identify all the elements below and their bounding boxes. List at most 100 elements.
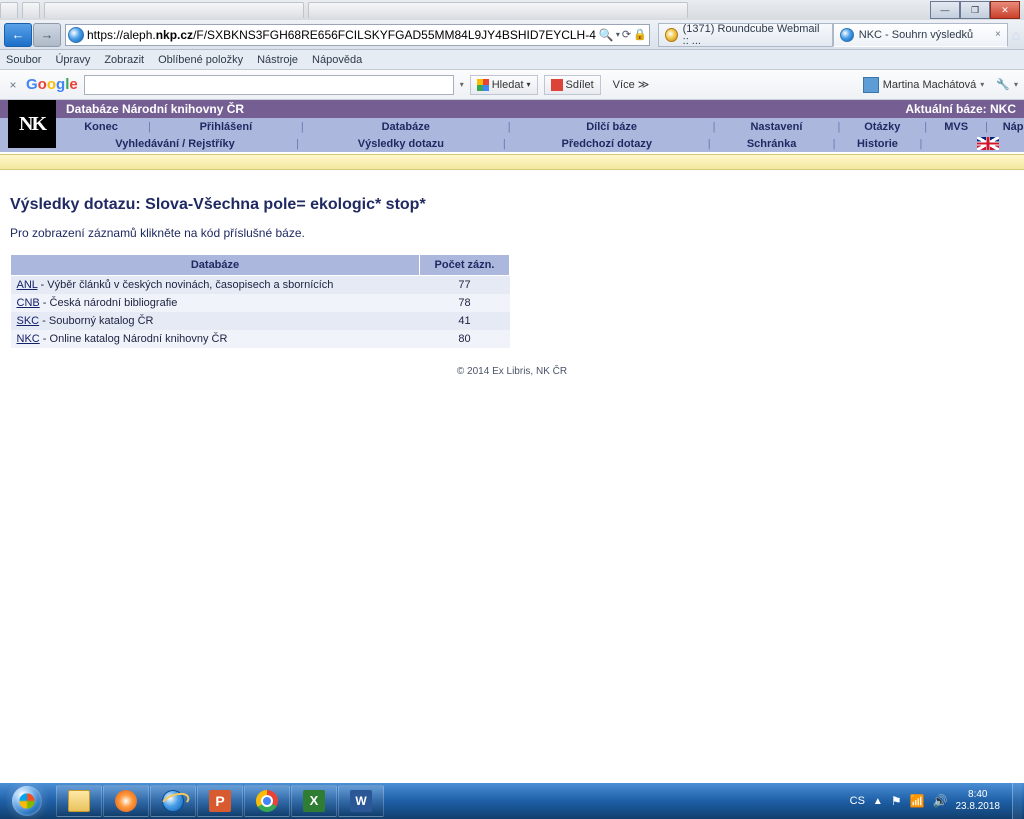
google-profile[interactable]: Martina Machátová ▾ 🔧 ▾: [863, 77, 1018, 93]
db-link-cnb[interactable]: CNB: [17, 297, 40, 309]
results-hint: Pro zobrazení záznamů klikněte na kód př…: [10, 226, 1014, 240]
chrome-icon: [256, 790, 278, 812]
nav-vyhledavani[interactable]: Vyhledávání / Rejstříky: [56, 138, 294, 150]
address-bar[interactable]: https://aleph.nkp.cz/F/SXBKNS3FGH68RE656…: [65, 24, 650, 46]
th-database: Databáze: [11, 255, 420, 276]
browser-tab-nkc[interactable]: NKC - Souhrn výsledků ×: [833, 23, 1008, 47]
ie-forward-button[interactable]: →: [33, 23, 61, 47]
google-search-input[interactable]: [84, 75, 454, 95]
tab-close-icon[interactable]: ×: [995, 29, 1001, 40]
wmp-icon: [115, 790, 137, 812]
tab-label: (1371) Roundcube Webmail :: ...: [683, 23, 826, 47]
nav-napoveda[interactable]: Nápověda: [990, 121, 1024, 133]
google-search-dropdown-icon[interactable]: ▾: [460, 80, 464, 89]
nav-schranka[interactable]: Schránka: [713, 138, 831, 150]
address-dropdown-icon[interactable]: ▾: [616, 30, 620, 39]
window-titlebar: — ❐ ✕: [0, 0, 1024, 20]
taskbar-explorer[interactable]: [56, 785, 102, 817]
taskbar-clock[interactable]: 8:40 23.8.2018: [956, 789, 1005, 813]
nav-prihlaseni[interactable]: Přihlášení: [153, 121, 299, 133]
taskbar-excel[interactable]: [291, 785, 337, 817]
address-refresh-icon[interactable]: ⟳: [622, 28, 631, 41]
address-url: https://aleph.nkp.cz/F/SXBKNS3FGH68RE656…: [87, 28, 596, 42]
menu-nastroje[interactable]: Nástroje: [257, 54, 298, 66]
th-count: Počet zázn.: [420, 255, 510, 276]
menu-soubor[interactable]: Soubor: [6, 54, 41, 66]
ie-icon: [162, 790, 184, 812]
start-button[interactable]: [0, 783, 54, 819]
table-row: SKC - Souborný katalog ČR 41: [11, 312, 510, 330]
nav-nastaveni[interactable]: Nastavení: [717, 121, 835, 133]
taskbar-powerpoint[interactable]: [197, 785, 243, 817]
address-search-icon[interactable]: 🔍: [599, 28, 614, 42]
excel-icon: [303, 790, 325, 812]
window-minimize-button[interactable]: —: [930, 1, 960, 19]
nav-historie[interactable]: Historie: [837, 138, 917, 150]
nav-mvs[interactable]: MVS: [929, 121, 983, 133]
menu-oblibene[interactable]: Oblíbené položky: [158, 54, 243, 66]
taskbar-word[interactable]: [338, 785, 384, 817]
nav-otazky[interactable]: Otázky: [842, 121, 922, 133]
google-more-button[interactable]: Více ≫: [613, 78, 650, 91]
library-title: Databáze Národní knihovny ČR: [66, 102, 244, 116]
db-link-anl[interactable]: ANL: [17, 279, 38, 291]
db-desc: Online katalog Národní knihovny ČR: [50, 333, 228, 345]
nav-vysledky[interactable]: Výsledky dotazu: [301, 138, 501, 150]
tab-label: NKC - Souhrn výsledků: [859, 29, 973, 41]
tray-volume-icon[interactable]: 🔊: [933, 794, 948, 808]
ie-home-icon[interactable]: ⌂: [1012, 27, 1020, 43]
menu-zobrazit[interactable]: Zobrazit: [104, 54, 144, 66]
window-close-button[interactable]: ✕: [990, 1, 1020, 19]
clock-date: 23.8.2018: [956, 801, 1001, 813]
table-row: CNB - Česká národní bibliografie 78: [11, 294, 510, 312]
taskbar-chrome[interactable]: [244, 785, 290, 817]
menu-napoveda[interactable]: Nápověda: [312, 54, 362, 66]
word-icon: [350, 790, 372, 812]
menu-upravy[interactable]: Úpravy: [55, 54, 90, 66]
google-logo: Google: [26, 76, 78, 93]
db-link-skc[interactable]: SKC: [17, 315, 40, 327]
tray-expand-icon[interactable]: ▲: [873, 796, 883, 807]
tray-flag-icon[interactable]: ⚑: [891, 794, 902, 808]
nav-dilci-baze[interactable]: Dílčí báze: [513, 121, 711, 133]
address-lock-icon: 🔒: [633, 28, 647, 41]
taskbar-wmp[interactable]: [103, 785, 149, 817]
db-desc: Souborný katalog ČR: [49, 315, 154, 327]
yellow-divider: [0, 154, 1024, 170]
google-search-button[interactable]: Hledat ▾: [470, 75, 538, 95]
wrench-icon[interactable]: 🔧: [996, 78, 1010, 91]
library-nav: NK Konec| Přihlášení| Databáze| Dílčí bá…: [0, 118, 1024, 152]
db-count: 77: [420, 276, 510, 295]
window-maximize-button[interactable]: ❐: [960, 1, 990, 19]
clock-time: 8:40: [956, 789, 1001, 801]
explorer-icon: [68, 790, 90, 812]
avatar-icon: [863, 77, 879, 93]
nk-logo: NK: [8, 100, 56, 148]
google-share-button[interactable]: Sdílet: [544, 75, 601, 95]
system-tray: CS ▲ ⚑ 📶 🔊 8:40 23.8.2018: [850, 783, 1024, 819]
table-row: NKC - Online katalog Národní knihovny ČR…: [11, 330, 510, 348]
roundcube-favicon-icon: [665, 28, 678, 42]
ie-favicon-icon: [68, 27, 84, 43]
tray-network-icon[interactable]: 📶: [910, 794, 925, 808]
ie-back-button[interactable]: ←: [4, 23, 32, 47]
nav-konec[interactable]: Konec: [56, 121, 146, 133]
db-link-nkc[interactable]: NKC: [17, 333, 40, 345]
show-desktop-button[interactable]: [1012, 783, 1022, 819]
google-toolbar-close-icon[interactable]: ×: [6, 78, 20, 92]
ie-address-row: ← → https://aleph.nkp.cz/F/SXBKNS3FGH68R…: [0, 20, 1024, 50]
english-flag-icon[interactable]: [977, 137, 999, 150]
taskbar-ie[interactable]: [150, 785, 196, 817]
browser-tab-roundcube[interactable]: (1371) Roundcube Webmail :: ...: [658, 23, 833, 47]
nav-databaze[interactable]: Databáze: [306, 121, 506, 133]
profile-dropdown-icon: ▾: [980, 80, 984, 89]
db-count: 78: [420, 294, 510, 312]
library-header: Databáze Národní knihovny ČR Aktuální bá…: [0, 100, 1024, 118]
language-indicator[interactable]: CS: [850, 795, 865, 807]
nav-predchozi[interactable]: Předchozí dotazy: [508, 138, 706, 150]
main-content: Výsledky dotazu: Slova-Všechna pole= eko…: [0, 170, 1024, 389]
ie-menu-bar: Soubor Úpravy Zobrazit Oblíbené položky …: [0, 50, 1024, 70]
results-table: Databáze Počet zázn. ANL - Výběr článků …: [10, 254, 510, 348]
table-row: ANL - Výběr článků v českých novinách, č…: [11, 276, 510, 295]
page-footer: © 2014 Ex Libris, NK ČR: [10, 366, 1014, 377]
